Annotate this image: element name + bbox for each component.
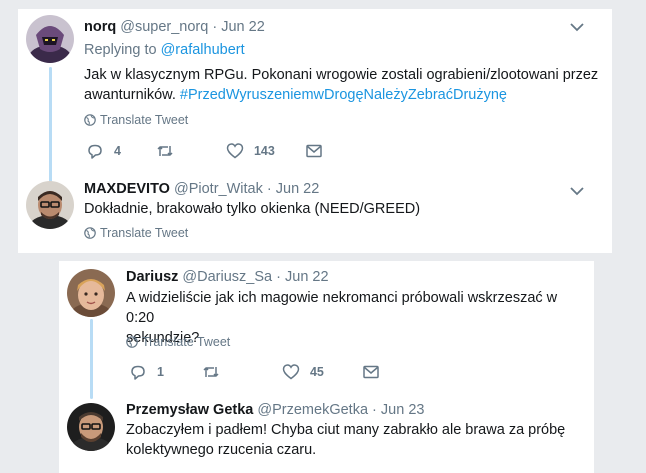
user-handle[interactable]: @super_norq <box>120 19 208 35</box>
thread-line <box>90 319 93 399</box>
tweet-text-line: Jak w klasycznym RPGu. Pokonani wrogowie… <box>84 67 599 83</box>
tweet-text-plain: awanturników. <box>84 87 176 103</box>
tweet-timestamp[interactable]: Jun 22 <box>285 269 329 285</box>
translate-tweet-button[interactable]: Translate Tweet <box>126 335 230 349</box>
direct-message-button[interactable] <box>362 363 380 381</box>
separator-dot: · <box>372 402 377 418</box>
heart-icon <box>226 143 244 159</box>
display-name[interactable]: Dariusz <box>126 269 178 285</box>
avatar-image <box>26 15 74 63</box>
separator-dot: · <box>266 181 272 197</box>
retweet-icon <box>157 146 173 156</box>
translate-label: Translate Tweet <box>142 335 231 349</box>
hashtag-link[interactable]: #PrzedWyruszeniemwDrogęNależyZebraćDruży… <box>180 87 507 103</box>
retweet-button[interactable] <box>202 363 220 381</box>
user-handle[interactable]: @Dariusz_Sa <box>182 269 272 285</box>
tweet-header: Przemysław Getka @PrzemekGetka · Jun 23 <box>126 402 424 418</box>
reply-icon <box>131 365 145 380</box>
tweet-timestamp[interactable]: Jun 22 <box>221 19 265 35</box>
tweet-header: norq @super_norq · Jun 22 <box>84 19 265 35</box>
envelope-icon <box>306 144 322 158</box>
reply-icon <box>88 144 102 159</box>
chevron-down-icon[interactable] <box>570 185 584 199</box>
tweet-text-line: kolektywnego rzucenia czaru. <box>126 442 317 458</box>
tweet-text-line: awanturników. #PrzedWyruszeniemwDrogęNal… <box>84 85 604 105</box>
like-button[interactable]: 45 <box>282 363 324 381</box>
tweet-text-line: Zobaczyłem i padłem! Chyba ciut many zab… <box>126 422 566 438</box>
tweet-timestamp[interactable]: Jun 22 <box>276 181 320 197</box>
translate-tweet-button[interactable]: Translate Tweet <box>84 226 188 240</box>
tweet-header: MAXDEVITO @Piotr_Witak · Jun 22 <box>84 181 319 197</box>
avatar[interactable] <box>67 269 115 317</box>
avatar[interactable] <box>26 15 74 63</box>
avatar-image <box>67 269 115 317</box>
conversation-card: Dariusz @Dariusz_Sa · Jun 22 A widzieliś… <box>59 261 594 473</box>
chevron-down-icon[interactable] <box>570 21 584 35</box>
avatar-image <box>26 181 74 229</box>
reply-count: 4 <box>114 144 121 158</box>
replying-to: Replying to @rafalhubert <box>84 42 245 58</box>
retweet-button[interactable] <box>156 142 174 160</box>
reply-count: 1 <box>157 365 164 379</box>
globe-icon <box>84 114 96 126</box>
direct-message-button[interactable] <box>305 142 323 160</box>
avatar[interactable] <box>67 403 115 451</box>
tweet-text: Dokładnie, brakowało tylko okienka (NEED… <box>84 199 604 219</box>
envelope-icon <box>363 365 379 379</box>
replying-to-link[interactable]: @rafalhubert <box>161 42 245 58</box>
user-handle[interactable]: @Piotr_Witak <box>174 181 263 197</box>
globe-icon <box>126 336 138 348</box>
like-count: 143 <box>253 144 275 158</box>
tweet-actions: 4 143 <box>86 142 323 160</box>
user-handle[interactable]: @PrzemekGetka <box>257 402 368 418</box>
tweet-text-line: Dokładnie, brakowało tylko okienka (NEED… <box>84 201 421 217</box>
display-name[interactable]: Przemysław Getka <box>126 402 253 418</box>
tweet-text: Zobaczyłem i padłem! Chyba ciut many zab… <box>126 420 586 460</box>
tweet-text: Jak w klasycznym RPGu. Pokonani wrogowie… <box>84 65 604 105</box>
display-name[interactable]: norq <box>84 19 116 35</box>
heart-icon <box>282 364 300 380</box>
thread-line <box>49 67 52 197</box>
avatar-image <box>67 403 115 451</box>
translate-label: Translate Tweet <box>100 113 189 127</box>
avatar[interactable] <box>26 181 74 229</box>
translate-label: Translate Tweet <box>100 226 189 240</box>
reply-button[interactable]: 4 <box>86 142 121 160</box>
tweet-text-line: A widzieliście jak ich magowie nekromanc… <box>126 290 558 326</box>
tweet-actions: 1 45 <box>129 363 380 381</box>
tweet-timestamp[interactable]: Jun 23 <box>381 402 425 418</box>
replying-prefix: Replying to <box>84 42 157 58</box>
globe-icon <box>84 227 96 239</box>
retweet-icon <box>203 367 219 377</box>
separator-dot: · <box>276 269 281 285</box>
translate-tweet-button[interactable]: Translate Tweet <box>84 113 188 127</box>
conversation-card: norq @super_norq · Jun 22 Replying to @r… <box>18 9 612 253</box>
tweet-header: Dariusz @Dariusz_Sa · Jun 22 <box>126 269 329 285</box>
separator-dot: · <box>212 19 218 35</box>
like-button[interactable]: 143 <box>226 142 275 160</box>
reply-button[interactable]: 1 <box>129 363 164 381</box>
display-name[interactable]: MAXDEVITO <box>84 181 170 197</box>
like-count: 45 <box>309 365 324 379</box>
